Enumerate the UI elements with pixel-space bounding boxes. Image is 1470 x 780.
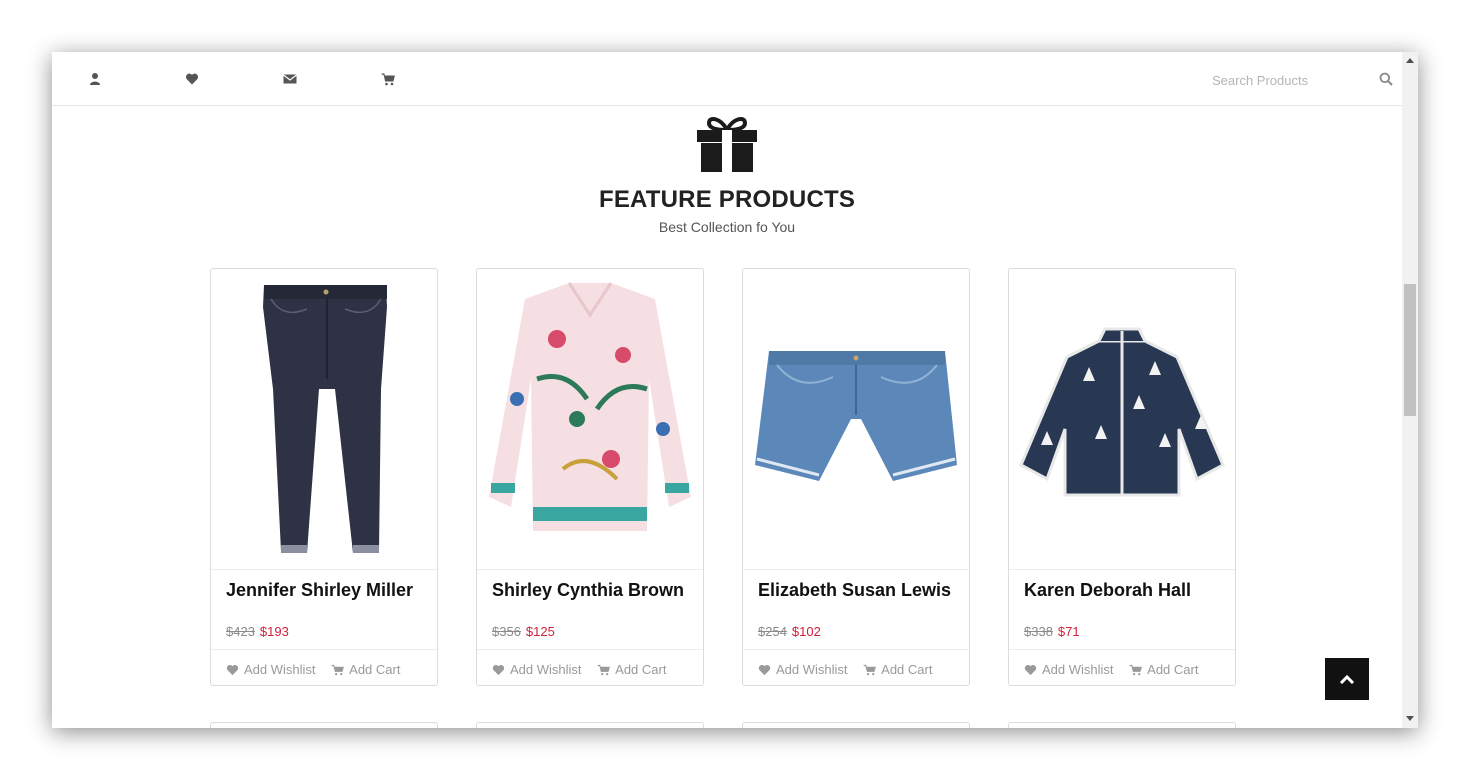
cart-icon[interactable] <box>381 72 395 86</box>
old-price: $356 <box>492 624 521 639</box>
product-actions: Add Wishlist Add Cart <box>758 662 932 679</box>
product-card-partial <box>1008 722 1236 728</box>
sale-price: $125 <box>525 624 555 639</box>
divider <box>211 569 437 570</box>
cart-icon <box>597 664 611 675</box>
add-cart-button[interactable]: Add Cart <box>863 662 932 677</box>
heart-icon <box>226 664 239 675</box>
heart-icon <box>492 664 505 675</box>
divider <box>477 569 703 570</box>
add-wishlist-button[interactable]: Add Wishlist <box>492 662 582 677</box>
product-image-denim-shorts[interactable] <box>743 269 969 569</box>
product-image-floral-print-blouse[interactable] <box>477 269 703 569</box>
add-cart-label: Add Cart <box>1147 662 1199 677</box>
divider <box>477 649 703 650</box>
cart-icon <box>331 664 345 675</box>
price-row: $423 $193 <box>226 624 289 639</box>
add-cart-label: Add Cart <box>615 662 667 677</box>
chevron-up-icon <box>1339 674 1355 684</box>
add-wishlist-label: Add Wishlist <box>244 662 316 677</box>
divider <box>1009 649 1235 650</box>
vertical-scrollbar[interactable] <box>1402 52 1418 728</box>
back-to-top-button[interactable] <box>1325 658 1369 700</box>
product-actions: Add Wishlist Add Cart <box>226 662 400 679</box>
section-subtitle: Best Collection fo You <box>658 219 796 235</box>
product-card-partial <box>742 722 970 728</box>
cart-icon <box>1129 664 1143 675</box>
product-name[interactable]: Karen Deborah Hall <box>1024 580 1191 601</box>
old-price: $338 <box>1024 624 1053 639</box>
sale-price: $102 <box>791 624 821 639</box>
cart-icon <box>863 664 877 675</box>
envelope-icon[interactable] <box>283 72 297 86</box>
add-cart-label: Add Cart <box>881 662 933 677</box>
sale-price: $193 <box>259 624 289 639</box>
scroll-down-arrow[interactable] <box>1406 716 1414 721</box>
user-icon[interactable] <box>88 72 102 86</box>
scrollbar-thumb[interactable] <box>1404 284 1416 416</box>
add-wishlist-button[interactable]: Add Wishlist <box>1024 662 1114 677</box>
product-name[interactable]: Elizabeth Susan Lewis <box>758 580 951 601</box>
heart-icon <box>1024 664 1037 675</box>
heart-icon <box>758 664 771 675</box>
old-price: $423 <box>226 624 255 639</box>
product-card-partial <box>476 722 704 728</box>
product-name[interactable]: Shirley Cynthia Brown <box>492 580 684 601</box>
divider <box>743 649 969 650</box>
add-wishlist-label: Add Wishlist <box>776 662 848 677</box>
add-wishlist-button[interactable]: Add Wishlist <box>226 662 316 677</box>
product-image-navy-kids-jacket[interactable] <box>1009 269 1235 569</box>
price-row: $254 $102 <box>758 624 821 639</box>
heart-icon[interactable] <box>185 72 199 86</box>
sale-price: $71 <box>1057 624 1080 639</box>
product-actions: Add Wishlist Add Cart <box>492 662 666 679</box>
product-card: Jennifer Shirley Miller $423 $193 Add Wis… <box>210 268 438 686</box>
gift-icon <box>695 114 759 172</box>
product-card-partial <box>210 722 438 728</box>
section-title: FEATURE PRODUCTS <box>598 186 856 213</box>
price-row: $338 $71 <box>1024 624 1080 639</box>
product-actions: Add Wishlist Add Cart <box>1024 662 1198 679</box>
add-wishlist-label: Add Wishlist <box>1042 662 1114 677</box>
browser-viewport: FEATURE PRODUCTS Best Collection fo You … <box>52 52 1418 728</box>
search-input[interactable] <box>1210 68 1384 92</box>
product-card: Elizabeth Susan Lewis $254 $102 Add Wishl… <box>742 268 970 686</box>
product-name[interactable]: Jennifer Shirley Miller <box>226 580 413 601</box>
add-wishlist-button[interactable]: Add Wishlist <box>758 662 848 677</box>
divider <box>743 569 969 570</box>
divider <box>1009 569 1235 570</box>
add-cart-button[interactable]: Add Cart <box>331 662 400 677</box>
add-cart-button[interactable]: Add Cart <box>597 662 666 677</box>
divider <box>211 649 437 650</box>
old-price: $254 <box>758 624 787 639</box>
add-cart-button[interactable]: Add Cart <box>1129 662 1198 677</box>
add-cart-label: Add Cart <box>349 662 401 677</box>
search-icon[interactable] <box>1379 72 1393 86</box>
add-wishlist-label: Add Wishlist <box>510 662 582 677</box>
product-image-dark-denim-jeans[interactable] <box>211 269 437 569</box>
scroll-up-arrow[interactable] <box>1406 58 1414 63</box>
price-row: $356 $125 <box>492 624 555 639</box>
product-card: Karen Deborah Hall $338 $71 Add Wishlist … <box>1008 268 1236 686</box>
top-bar <box>52 52 1402 106</box>
product-card: Shirley Cynthia Brown $356 $125 Add Wishl… <box>476 268 704 686</box>
